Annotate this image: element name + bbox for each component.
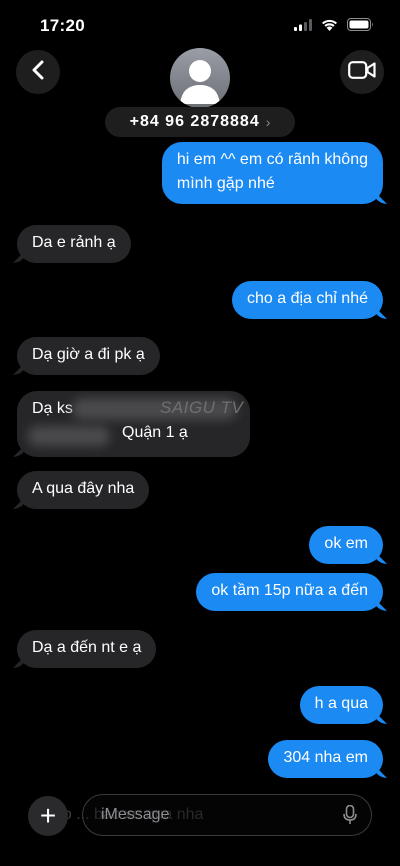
message-bubble-incoming[interactable]: Dạ a đến nt e ạ [17,630,157,668]
watermark: SAIGU TV [160,398,244,417]
message-input-placeholder: iMessage [101,806,170,823]
message-input[interactable]: iMessage [82,794,372,836]
message-text: h a qua [314,695,368,712]
message-bubble-outgoing[interactable]: h a qua [299,686,383,724]
message-text: 304 nha em [283,749,368,766]
video-call-button[interactable] [340,50,384,94]
message-text: ok em [324,535,368,552]
message-text: ok tầm 15p nữa a đến [211,582,368,599]
status-bar: 17:20 [0,0,400,50]
plus-icon: + [39,800,57,831]
back-chevron-icon [31,60,45,85]
video-call-icon [348,60,376,84]
message-bubble-outgoing[interactable]: ok tầm 15p nữa a đến [196,573,383,611]
cellular-signal-icon [294,18,312,31]
message-text: mình gặp nhé [176,175,275,192]
battery-icon [347,18,374,31]
message-text: Da e rảnh ạ [32,234,116,251]
message-text: hi em ^^ em có rãnh không [176,151,368,168]
redacted-area [28,426,110,446]
chevron-right-icon: › [265,114,271,130]
message-text: cho a địa chỉ nhé [247,290,368,307]
back-button[interactable] [16,50,60,94]
message-bubble-incoming[interactable]: A qua đây nha [17,471,150,509]
add-attachment-button[interactable]: + [28,796,68,836]
contact-number: +84 96 2878884 [129,113,260,130]
message-bubble-outgoing[interactable]: 304 nha em [268,740,383,778]
message-bubble-outgoing[interactable]: cho a địa chỉ nhé [232,281,383,319]
message-bubble-outgoing[interactable]: ok em [309,526,383,564]
message-text: A qua đây nha [32,480,135,497]
message-bubble-incoming[interactable]: Dạ giờ a đi pk ạ [17,337,160,375]
contact-name-pill[interactable]: +84 96 2878884 › [105,107,295,137]
message-bubble-incoming[interactable]: Da e rảnh ạ [17,225,131,263]
message-text: Dạ a đến nt e ạ [32,639,142,656]
status-icons [294,18,374,31]
contact-avatar[interactable] [170,48,230,108]
wifi-icon [321,19,338,31]
microphone-icon[interactable] [343,804,357,830]
status-time: 17:20 [40,16,85,35]
message-bubble-outgoing[interactable]: hi em ^^ em có rãnh không mình gặp nhé [161,142,383,204]
message-text: Dạ giờ a đi pk ạ [32,346,145,363]
